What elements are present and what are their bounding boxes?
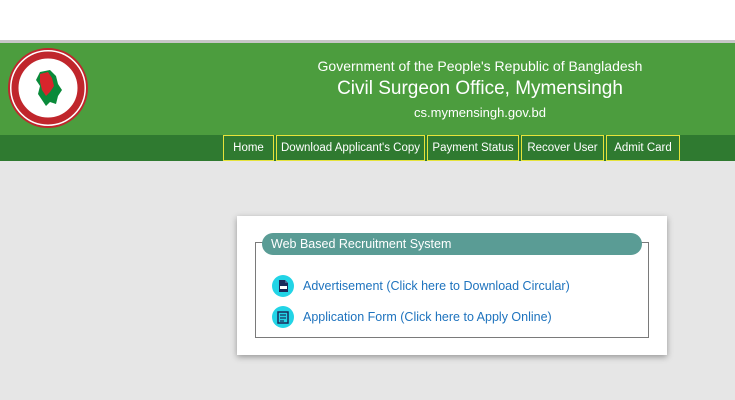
nav-recover-user[interactable]: Recover User — [521, 135, 604, 161]
panel-legend: Web Based Recruitment System — [262, 233, 642, 255]
header-titles: Government of the People's Republic of B… — [250, 56, 710, 123]
main-nav: Home Download Applicant's Copy Payment S… — [223, 135, 680, 161]
bangladesh-govt-seal-icon — [11, 51, 85, 125]
nav-download-applicants-copy[interactable]: Download Applicant's Copy — [276, 135, 425, 161]
nav-home[interactable]: Home — [223, 135, 274, 161]
advertisement-link-label[interactable]: Advertisement (Click here to Download Ci… — [303, 279, 570, 293]
nav-payment-status[interactable]: Payment Status — [427, 135, 519, 161]
application-form-link[interactable]: Application Form (Click here to Apply On… — [272, 305, 552, 329]
header-website: cs.mymensingh.gov.bd — [414, 105, 546, 120]
header-government-title: Government of the People's Republic of B… — [317, 58, 643, 74]
recruitment-panel: Web Based Recruitment System Advertiseme… — [237, 216, 667, 355]
application-form-link-label[interactable]: Application Form (Click here to Apply On… — [303, 310, 552, 324]
pdf-icon — [272, 275, 294, 297]
advertisement-link[interactable]: Advertisement (Click here to Download Ci… — [272, 274, 570, 298]
govt-logo — [8, 48, 88, 128]
nav-admit-card[interactable]: Admit Card — [606, 135, 680, 161]
browser-top-area — [0, 0, 735, 40]
header-office-title: Civil Surgeon Office, Mymensingh — [337, 78, 623, 99]
form-icon — [272, 306, 294, 328]
